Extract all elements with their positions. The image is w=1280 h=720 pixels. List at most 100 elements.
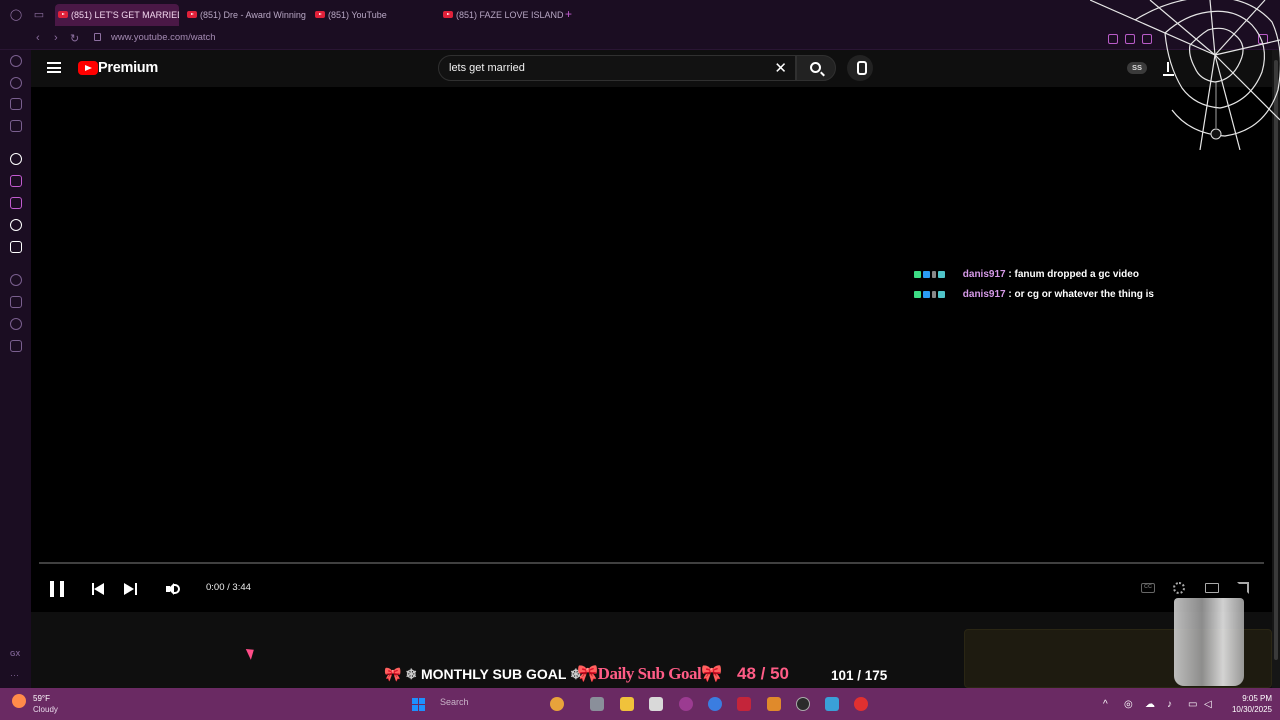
progress-bar[interactable]: [39, 562, 1264, 564]
badge-icon: [914, 271, 921, 278]
tiktok-icon[interactable]: [10, 219, 22, 231]
upload-icon[interactable]: [1162, 60, 1174, 76]
folder-icon[interactable]: [620, 697, 634, 711]
windows-start-icon[interactable]: [412, 698, 425, 711]
daily-goal-count: 48 / 50: [737, 664, 789, 683]
youtube-favicon-icon: [315, 11, 325, 18]
opera-gx-icon[interactable]: [854, 697, 868, 711]
settings-gear-icon[interactable]: [1173, 582, 1185, 594]
bow-icon: 🎀: [384, 666, 402, 682]
snapshot-icon[interactable]: [1125, 34, 1135, 44]
video-player[interactable]: danis917 : fanum dropped a gc video dani…: [31, 87, 1272, 612]
twitch-icon[interactable]: [10, 175, 22, 187]
lock-icon: [94, 33, 101, 41]
tray-chevron-icon[interactable]: ^: [1103, 699, 1108, 710]
onedrive-icon[interactable]: ☁: [1145, 699, 1155, 710]
clock-date: 10/30/2025: [1231, 705, 1272, 714]
pause-icon[interactable]: [50, 581, 64, 597]
taskbar-clock[interactable]: 9:05 PM 10/30/2025: [1222, 693, 1272, 715]
menu-icon[interactable]: [47, 62, 61, 73]
easy-setup-icon[interactable]: [1258, 34, 1268, 44]
youtube-favicon-icon: [187, 11, 197, 18]
gallery-icon[interactable]: [10, 296, 22, 308]
screen: ◯ ▭ (851) LET'S GET MARRIED (851) Dre - …: [0, 0, 1280, 720]
aria-icon[interactable]: [10, 153, 22, 165]
youtube-app-icon[interactable]: [737, 697, 751, 711]
tab-label: (851) Dre - Award Winning: [200, 10, 306, 20]
shield-icon[interactable]: [1142, 34, 1152, 44]
chat-text: : fanum dropped a gc video: [1008, 269, 1139, 280]
search-button[interactable]: [796, 55, 836, 81]
app-icon[interactable]: [767, 697, 781, 711]
volume-icon[interactable]: [166, 583, 174, 595]
x-icon[interactable]: [10, 241, 22, 253]
instagram-icon[interactable]: [10, 197, 22, 209]
steam-icon[interactable]: [825, 697, 839, 711]
captions-icon[interactable]: CC: [1141, 583, 1155, 593]
taskbar-search[interactable]: Search: [440, 697, 469, 707]
tab-faze-love-island[interactable]: (851) FAZE LOVE ISLAND: [440, 4, 564, 26]
obs-icon[interactable]: [796, 697, 810, 711]
tab-youtube[interactable]: (851) YouTube: [312, 4, 436, 26]
player-icon[interactable]: [10, 274, 22, 286]
chat-username: danis917: [962, 289, 1006, 300]
youtube-header: Premium lets get married ✕ SS: [31, 50, 1272, 87]
speaker-icon[interactable]: ◁: [1204, 699, 1212, 710]
app-icon[interactable]: [679, 697, 693, 711]
mods-icon[interactable]: [10, 318, 22, 330]
address-bar: ‹ › ↻ www.youtube.com/watch: [0, 29, 1280, 50]
pin-icon[interactable]: [1108, 34, 1118, 44]
chat-message: danis917 : or cg or whatever the thing i…: [914, 289, 1154, 300]
new-tab-button[interactable]: +: [565, 7, 572, 21]
browser-sidebar: GX ···: [0, 50, 31, 688]
file-explorer-icon[interactable]: [590, 697, 604, 711]
page-scrollbar[interactable]: [1272, 50, 1280, 688]
gx-footer-label[interactable]: GX: [10, 651, 20, 658]
reload-icon[interactable]: ↻: [70, 32, 79, 45]
volume-wave-icon: [174, 584, 180, 594]
youtube-logo-icon[interactable]: [78, 61, 98, 75]
app-icon[interactable]: [550, 697, 564, 711]
url-field[interactable]: www.youtube.com/watch: [111, 32, 216, 43]
chrome-icon[interactable]: [708, 697, 722, 711]
chat-badges: [914, 270, 960, 279]
voice-search-icon[interactable]: [847, 55, 873, 81]
browser-tab-bar: ◯ ▭ (851) LET'S GET MARRIED (851) Dre - …: [0, 0, 1280, 29]
search-box[interactable]: lets get married ✕: [438, 55, 796, 81]
tray-app-icon[interactable]: ◎: [1124, 699, 1133, 710]
chat-username: danis917: [962, 269, 1006, 280]
gx-corner-icon[interactable]: [10, 77, 22, 89]
network-icon[interactable]: ▭: [1188, 699, 1197, 710]
more-icon[interactable]: ···: [10, 670, 19, 680]
miniplayer-icon[interactable]: [1205, 583, 1219, 593]
avatar[interactable]: SS: [1127, 62, 1147, 74]
tab-dre-award[interactable]: (851) Dre - Award Winning: [184, 4, 308, 26]
next-icon[interactable]: [124, 583, 137, 595]
fullscreen-icon[interactable]: [1237, 582, 1249, 594]
bow-icon: 🎀: [577, 664, 598, 683]
tab-lets-get-married[interactable]: (851) LET'S GET MARRIED: [55, 4, 179, 26]
tab-island-icon[interactable]: ▭: [31, 7, 47, 23]
clear-search-icon[interactable]: ✕: [774, 59, 787, 77]
discord-icon[interactable]: [10, 98, 22, 110]
forward-icon[interactable]: ›: [54, 32, 58, 44]
previous-icon[interactable]: [92, 583, 105, 595]
gx-control-icon[interactable]: [10, 55, 22, 67]
weather-condition: Cloudy: [33, 705, 58, 714]
history-icon[interactable]: [10, 340, 22, 352]
messenger-icon[interactable]: [10, 120, 22, 132]
windows-taskbar: 59°F Cloudy Search ^ ◎ ☁ ♪ ▭ ◁ 9:05 PM 1…: [0, 688, 1280, 720]
back-icon[interactable]: ‹: [36, 32, 40, 44]
chat-message: danis917 : fanum dropped a gc video: [914, 269, 1139, 280]
scrollbar-thumb[interactable]: [1274, 60, 1278, 660]
badge-icon: [938, 291, 945, 298]
search-input[interactable]: lets get married: [449, 62, 525, 74]
mic-icon[interactable]: ♪: [1167, 699, 1172, 710]
bow-icon: 🎀: [701, 664, 722, 683]
opera-menu-icon[interactable]: ◯: [8, 7, 24, 23]
youtube-brand[interactable]: Premium: [98, 60, 158, 76]
badge-icon: [923, 271, 930, 278]
youtube-favicon-icon: [58, 11, 68, 18]
notepad-icon[interactable]: [649, 697, 663, 711]
snowflake-icon: ❄: [405, 666, 418, 682]
